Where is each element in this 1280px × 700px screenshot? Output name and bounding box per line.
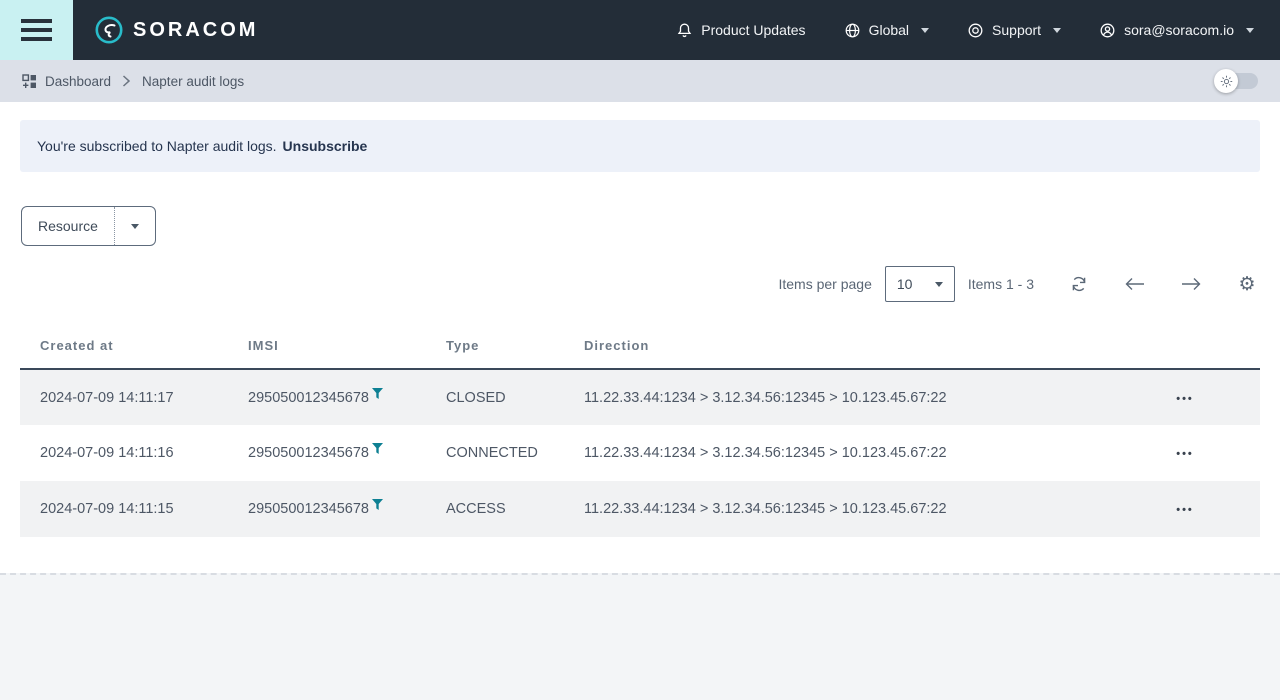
type-cell: CONNECTED (446, 425, 584, 481)
imsi-filter-button[interactable] (372, 443, 383, 455)
support-menu-button[interactable]: Support (967, 22, 1061, 39)
imsi-value: 295050012345678 (248, 501, 369, 517)
direction-cell: 11.22.33.44:1234 > 3.12.34.56:12345 > 10… (584, 481, 1110, 537)
items-per-page-select[interactable]: 10 (885, 266, 955, 302)
column-header-direction: Direction (584, 324, 1110, 369)
account-menu-button[interactable]: sora@soracom.io (1099, 22, 1254, 39)
theme-toggle[interactable] (1216, 73, 1258, 89)
imsi-value: 295050012345678 (248, 445, 369, 461)
product-updates-button[interactable]: Product Updates (676, 22, 805, 39)
hamburger-menu-button[interactable] (0, 0, 73, 60)
unsubscribe-button[interactable]: Unsubscribe (283, 138, 368, 154)
table-header-row: Created at IMSI Type Direction (20, 324, 1260, 369)
direction-cell: 11.22.33.44:1234 > 3.12.34.56:12345 > 10… (584, 369, 1110, 425)
support-label: Support (992, 22, 1041, 38)
breadcrumb-home-label: Dashboard (45, 74, 111, 89)
column-header-actions (1110, 324, 1260, 369)
account-email: sora@soracom.io (1124, 22, 1234, 38)
soracom-logo[interactable]: SORACOM (95, 16, 258, 44)
product-updates-label: Product Updates (701, 22, 805, 38)
funnel-filter-icon (372, 499, 383, 511)
brand-name: SORACOM (133, 19, 258, 42)
pagination-bar: Items per page 10 Items 1 - 3 ⚙ (0, 266, 1280, 302)
chevron-down-icon (131, 224, 139, 229)
gear-icon: ⚙ (1238, 275, 1255, 294)
bell-icon (676, 22, 693, 39)
imsi-filter-button[interactable] (372, 499, 383, 511)
items-per-page-value: 10 (897, 276, 913, 292)
row-actions-button[interactable]: ••• (1176, 393, 1194, 405)
refresh-icon (1070, 275, 1088, 293)
global-label: Global (869, 22, 909, 38)
type-cell: ACCESS (446, 481, 584, 537)
type-cell: CLOSED (446, 369, 584, 425)
subscription-message: You're subscribed to Napter audit logs. (37, 138, 277, 154)
created-at-cell: 2024-07-09 14:11:15 (20, 481, 248, 537)
breadcrumb-current-label: Napter audit logs (142, 74, 244, 89)
audit-logs-table: Created at IMSI Type Direction 2024-07-0… (20, 324, 1260, 537)
user-icon (1099, 22, 1116, 39)
help-icon (967, 22, 984, 39)
imsi-value: 295050012345678 (248, 390, 369, 406)
chevron-right-icon (122, 75, 131, 87)
table-row: 2024-07-09 14:11:17 295050012345678 CLOS… (20, 369, 1260, 425)
resource-filter-dropdown[interactable]: Resource (21, 206, 156, 246)
chevron-down-icon (1053, 28, 1061, 33)
created-at-cell: 2024-07-09 14:11:16 (20, 425, 248, 481)
funnel-filter-icon (372, 388, 383, 400)
table-row: 2024-07-09 14:11:16 295050012345678 CONN… (20, 425, 1260, 481)
global-menu-button[interactable]: Global (844, 22, 929, 39)
navbar-right: Product Updates Global Support (676, 22, 1254, 39)
row-actions-button[interactable]: ••• (1176, 448, 1194, 460)
column-header-created-at: Created at (20, 324, 248, 369)
column-header-type: Type (446, 324, 584, 369)
items-per-page-label: Items per page (778, 276, 871, 292)
hamburger-icon (21, 19, 52, 23)
chevron-down-icon (1246, 28, 1254, 33)
imsi-filter-button[interactable] (372, 388, 383, 400)
table-row: 2024-07-09 14:11:15 295050012345678 ACCE… (20, 481, 1260, 537)
soracom-logo-icon (95, 16, 123, 44)
direction-cell: 11.22.33.44:1234 > 3.12.34.56:12345 > 10… (584, 425, 1110, 481)
arrow-left-icon (1125, 277, 1145, 291)
created-at-cell: 2024-07-09 14:11:17 (20, 369, 248, 425)
breadcrumb-dashboard-link[interactable]: Dashboard (22, 74, 111, 89)
breadcrumb: Dashboard Napter audit logs (0, 60, 1280, 102)
table-settings-button[interactable]: ⚙ (1236, 273, 1258, 295)
arrow-right-icon (1181, 277, 1201, 291)
items-range-label: Items 1 - 3 (968, 276, 1034, 292)
subscription-banner: You're subscribed to Napter audit logs. … (20, 120, 1260, 172)
globe-icon (844, 22, 861, 39)
column-header-imsi: IMSI (248, 324, 446, 369)
resource-filter-label: Resource (22, 207, 114, 245)
next-page-button[interactable] (1180, 273, 1202, 295)
chevron-down-icon (921, 28, 929, 33)
page-bottom-area (0, 573, 1280, 700)
chevron-down-icon (935, 282, 943, 287)
refresh-button[interactable] (1068, 273, 1090, 295)
funnel-filter-icon (372, 443, 383, 455)
dashboard-grid-icon (22, 74, 37, 89)
row-actions-button[interactable]: ••• (1176, 504, 1194, 516)
top-navbar: SORACOM Product Updates Global (0, 0, 1280, 60)
sun-icon (1220, 75, 1233, 88)
previous-page-button[interactable] (1124, 273, 1146, 295)
